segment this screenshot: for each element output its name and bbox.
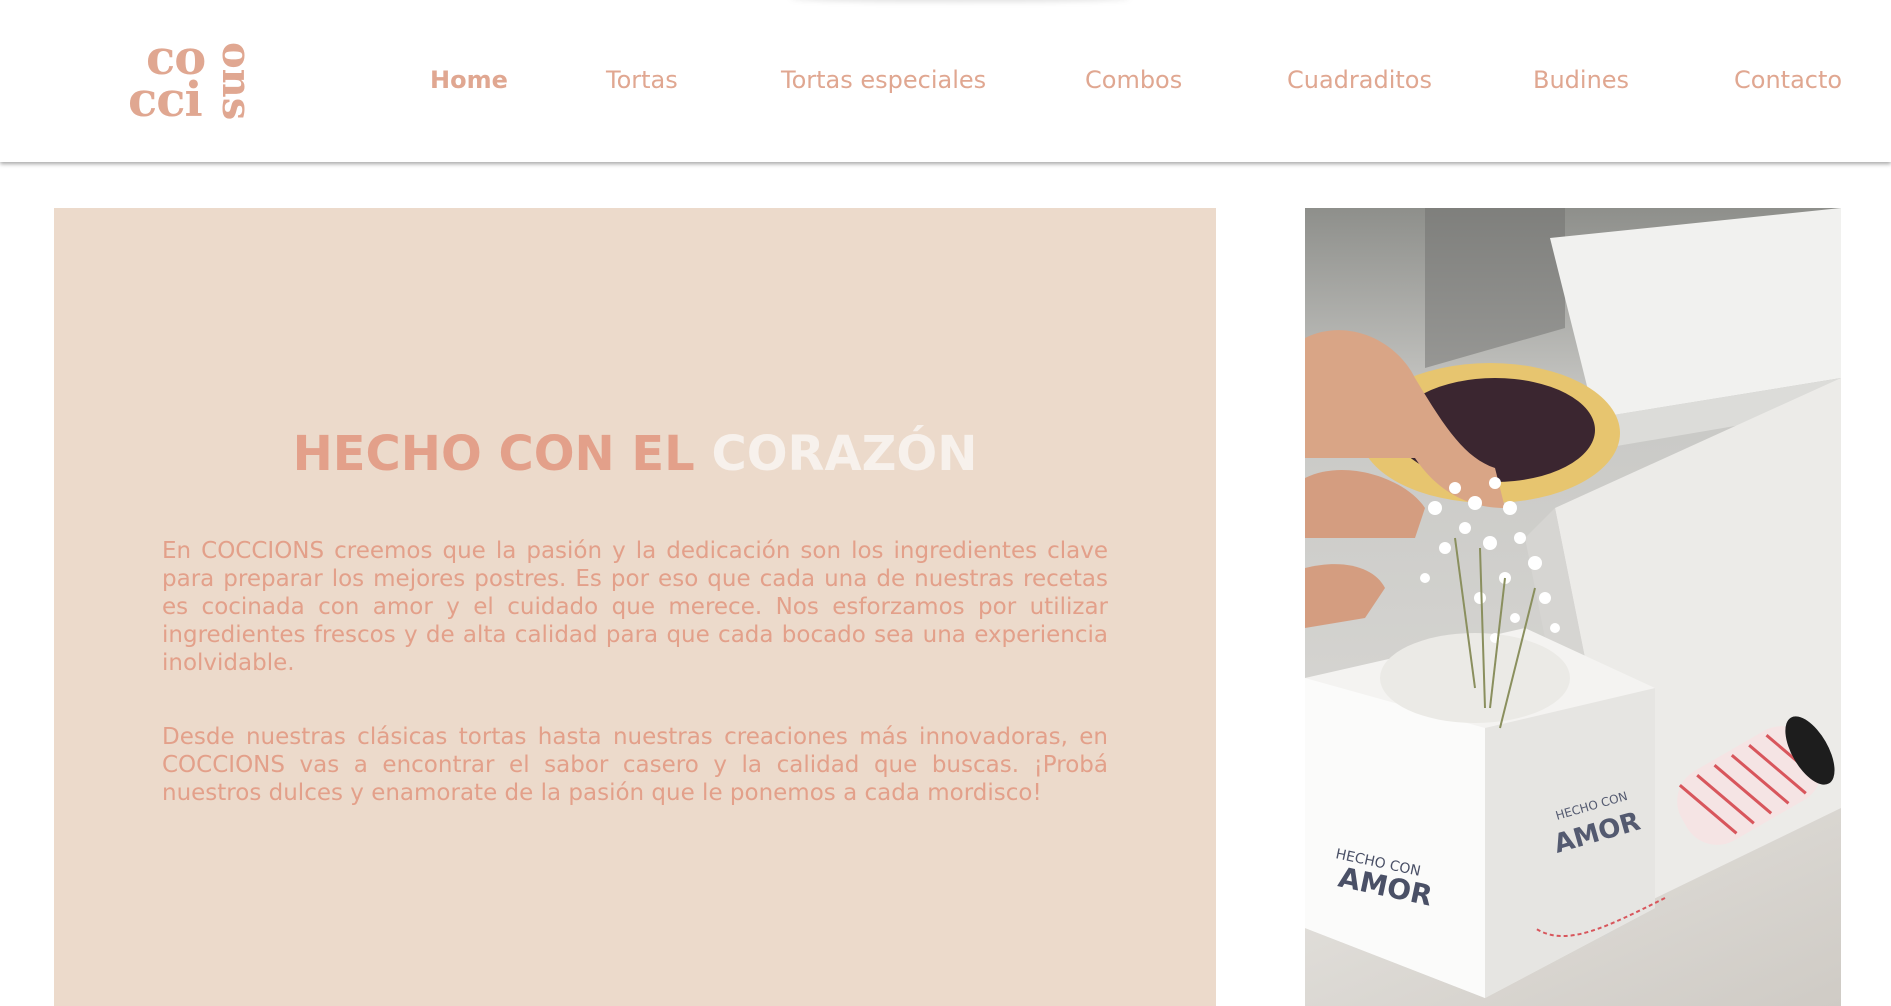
hero-title-part2: CORAZÓN: [711, 426, 978, 482]
site-header: co cci ons Home Tortas Tortas especiales…: [0, 0, 1891, 162]
nav-item-cuadraditos[interactable]: Cuadraditos: [1287, 66, 1432, 94]
hero-title: HECHO CON EL CORAZÓN: [54, 426, 1216, 482]
hero-title-part1: HECHO CON EL: [292, 426, 695, 482]
main-nav: Home Tortas Tortas especiales Combos Cua…: [0, 66, 1891, 98]
hero-panel: HECHO CON EL CORAZÓN En COCCIONS creemos…: [54, 208, 1216, 1006]
nav-item-tortas-especiales[interactable]: Tortas especiales: [781, 66, 986, 94]
box-handle: [1380, 633, 1570, 723]
hero-photo: HECHO CON AMOR HECHO CON AMOR: [1305, 208, 1841, 1006]
hero-paragraph-2: Desde nuestras clásicas tortas hasta nue…: [162, 724, 1108, 806]
header-shadow: [790, 0, 1130, 2]
nav-item-home[interactable]: Home: [430, 66, 508, 94]
hero-paragraph-1: En COCCIONS creemos que la pasión y la d…: [162, 538, 1108, 676]
nav-item-budines[interactable]: Budines: [1533, 66, 1629, 94]
nav-item-contacto[interactable]: Contacto: [1734, 66, 1842, 94]
nav-item-combos[interactable]: Combos: [1085, 66, 1182, 94]
boxes-flowers-illustration: HECHO CON AMOR HECHO CON AMOR: [1305, 208, 1841, 1006]
nav-item-tortas[interactable]: Tortas: [606, 66, 678, 94]
